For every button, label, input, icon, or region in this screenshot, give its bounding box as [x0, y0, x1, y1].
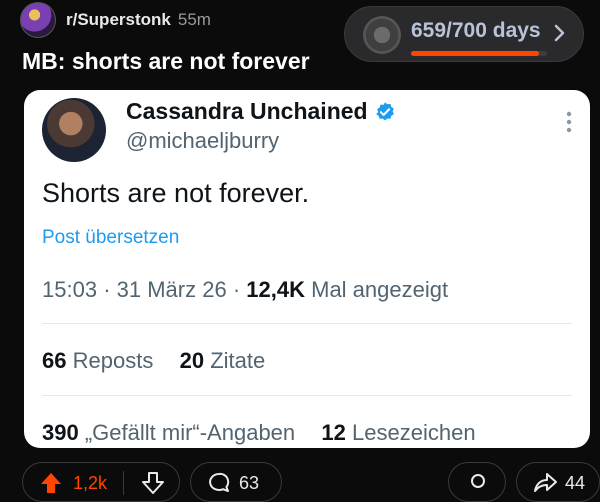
upvote-count: 1,2k [73, 473, 108, 493]
award-icon [471, 474, 485, 488]
reposts-stat[interactable]: 66 Reposts [42, 348, 153, 373]
tweet-meta: 15:03 · 31 März 26 · 12,4K Mal angezeigt [42, 277, 448, 303]
days-progress-bar [411, 51, 547, 56]
vote-pill: 1,2k [22, 462, 180, 502]
tweet-author-name-row: Cassandra Unchained [126, 98, 396, 125]
post-age: 55m [177, 10, 211, 29]
vote-divider [123, 471, 124, 495]
share-count: 44 [565, 473, 586, 493]
comments-button[interactable]: 63 [190, 462, 282, 502]
post-header: r/Superstonk 55m [20, 0, 211, 40]
more-options-icon[interactable] [566, 110, 572, 134]
downvote-icon[interactable] [141, 472, 165, 494]
days-progress-fill [411, 51, 539, 56]
likes-count: 390 [42, 420, 79, 445]
tweet-author-avatar[interactable] [42, 98, 106, 162]
views-label: Mal angezeigt [311, 277, 449, 302]
action-bar: 1,2k 63 44 [0, 458, 600, 502]
verified-badge-icon [375, 101, 394, 120]
reposts-count: 66 [42, 348, 67, 373]
subreddit-avatar[interactable] [20, 2, 56, 38]
comment-count: 63 [239, 473, 260, 493]
award-button[interactable] [448, 462, 506, 502]
bookmarks-stat[interactable]: 12 Lesezeichen [321, 420, 475, 445]
tweet-author-handle[interactable]: @michaeljburry [126, 128, 279, 154]
likes-label: „Gefällt mir“-Angaben [84, 420, 296, 445]
engagement-row: 66 Reposts 20 Zitate [42, 348, 265, 374]
upvote-icon[interactable] [39, 472, 63, 494]
divider [42, 395, 572, 396]
likes-stat[interactable]: 390 „Gefällt mir“-Angaben [42, 420, 295, 445]
translate-link[interactable]: Post übersetzen [42, 227, 179, 249]
days-counter: 659/700 days [411, 19, 541, 42]
quotes-label: Zitate [210, 348, 266, 373]
badge-avatar-icon [363, 16, 401, 54]
engagement-row-2: 390 „Gefällt mir“-Angaben 12 Lesezeichen [42, 420, 476, 446]
days-badge[interactable]: 659/700 days [344, 6, 584, 62]
tweet-text: Shorts are not forever. [42, 178, 310, 208]
bookmarks-label: Lesezeichen [352, 420, 476, 445]
reposts-label: Reposts [72, 348, 154, 373]
quotes-stat[interactable]: 20 Zitate [180, 348, 266, 373]
meta-separator: · [232, 277, 247, 302]
subreddit-name[interactable]: r/Superstonk [66, 10, 171, 30]
tweet-time[interactable]: 15:03 [42, 277, 97, 302]
meta-separator: · [103, 277, 117, 302]
quotes-count: 20 [179, 348, 205, 373]
bookmarks-count: 12 [321, 420, 346, 445]
chevron-right-icon [554, 24, 565, 42]
share-button[interactable]: 44 [516, 462, 600, 502]
post-title[interactable]: MB: shorts are not forever [22, 48, 310, 75]
tweet-author-name[interactable]: Cassandra Unchained [126, 98, 368, 125]
tweet-date[interactable]: 31 März 26 [117, 277, 227, 302]
divider [42, 323, 572, 324]
tweet-card[interactable]: Cassandra Unchained @michaeljburry Short… [24, 90, 590, 448]
comment-icon [209, 472, 230, 492]
views-count: 12,4K [246, 277, 305, 302]
share-icon [534, 473, 557, 492]
